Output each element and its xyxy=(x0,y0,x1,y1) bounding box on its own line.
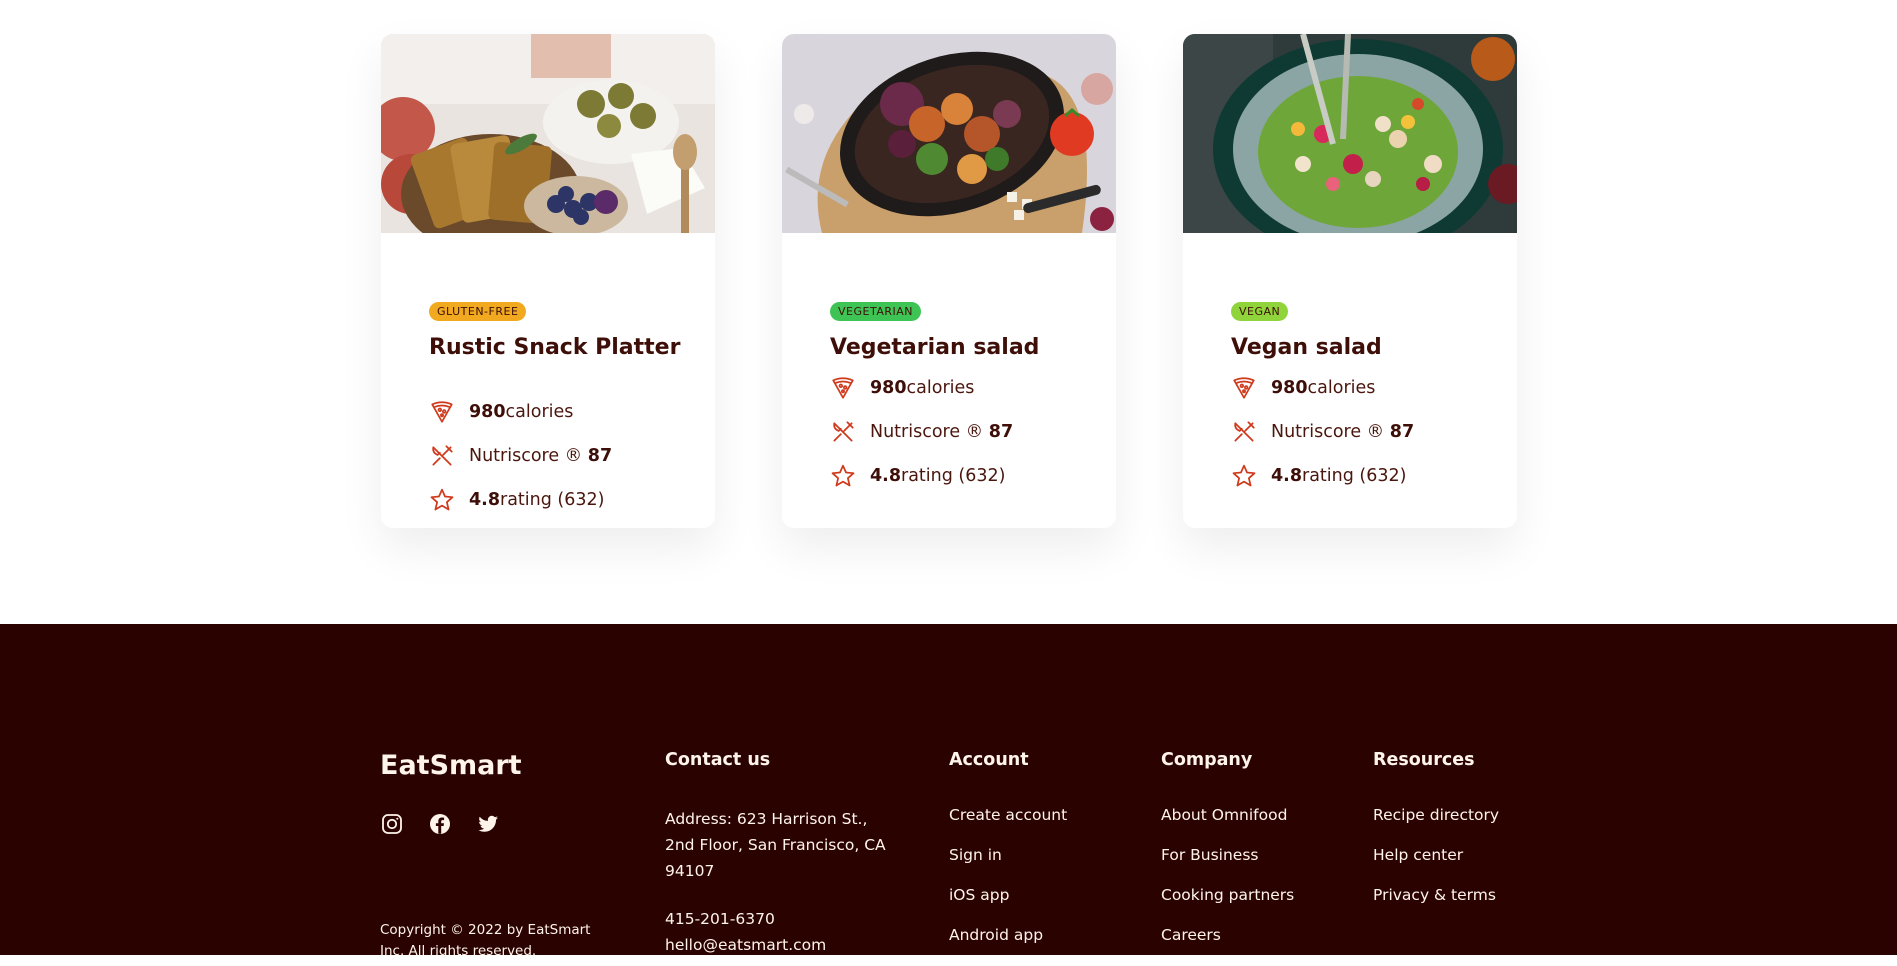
footer-heading-resources: Resources xyxy=(1373,750,1475,770)
meal-card-body: VEGETARIAN Vegetarian salad 980calories … xyxy=(782,233,1116,528)
meal-attributes: 980calories Nutriscore ® 87 4.8rating (6… xyxy=(1231,366,1497,498)
meal-nutriscore: Nutriscore ® 87 xyxy=(1231,410,1497,454)
star-icon xyxy=(831,464,855,487)
contact-email[interactable]: hello@eatsmart.com xyxy=(665,932,895,958)
footer-link-about[interactable]: About Omnifood xyxy=(1161,806,1294,846)
footer-link-ios-app[interactable]: iOS app xyxy=(949,886,1067,926)
footer-heading-contact: Contact us xyxy=(665,750,771,770)
meal-nutriscore: Nutriscore ® 87 xyxy=(830,410,1096,454)
cutlery-icon xyxy=(833,421,854,442)
meal-card-body: GLUTEN-FREE Rustic Snack Platter 980calo… xyxy=(381,233,715,528)
meal-calories: 980calories xyxy=(1231,366,1497,410)
instagram-icon[interactable] xyxy=(380,812,404,836)
footer-company: Company About Omnifood For Business Cook… xyxy=(1161,750,1294,966)
footer-link-cooking-partners[interactable]: Cooking partners xyxy=(1161,886,1294,926)
footer-account: Account Create account Sign in iOS app A… xyxy=(949,750,1067,966)
contact-phone-email: 415-201-6370 hello@eatsmart.com xyxy=(665,906,895,958)
meal-card-vegetarian-salad[interactable]: VEGETARIAN Vegetarian salad 980calories … xyxy=(782,34,1116,528)
meal-card-vegan-salad[interactable]: VEGAN Vegan salad 980calories Nutriscore… xyxy=(1183,34,1517,528)
diet-tag: VEGAN xyxy=(1231,302,1289,321)
meal-nutriscore: Nutriscore ® 87 xyxy=(429,434,695,478)
footer-link-help-center[interactable]: Help center xyxy=(1373,846,1499,886)
footer-link-create-account[interactable]: Create account xyxy=(949,806,1067,846)
copyright-text: Copyright © 2022 by EatSmart Inc. All ri… xyxy=(380,922,591,959)
pizza-icon xyxy=(1233,377,1255,399)
contact-phone[interactable]: 415-201-6370 xyxy=(665,906,895,932)
diet-tag: VEGETARIAN xyxy=(830,302,921,321)
contact-address: Address: 623 Harrison St., 2nd Floor, Sa… xyxy=(665,810,886,880)
footer-link-careers[interactable]: Careers xyxy=(1161,926,1294,966)
pizza-icon xyxy=(832,377,854,399)
meal-rating: 4.8rating (632) xyxy=(1231,454,1497,498)
footer-link-sign-in[interactable]: Sign in xyxy=(949,846,1067,886)
footer-link-business[interactable]: For Business xyxy=(1161,846,1294,886)
site-footer: EatSmart Copyright © 2022 by EatSmart In… xyxy=(0,624,1897,959)
diet-tag: GLUTEN-FREE xyxy=(429,302,527,321)
star-icon xyxy=(430,488,454,511)
meal-image xyxy=(381,34,715,233)
meals-grid: GLUTEN-FREE Rustic Snack Platter 980calo… xyxy=(0,0,1897,624)
meal-image xyxy=(1183,34,1517,233)
twitter-icon[interactable] xyxy=(476,812,500,836)
meal-title: Rustic Snack Platter xyxy=(429,335,681,360)
footer-contact: Contact us Address: 623 Harrison St., 2n… xyxy=(665,750,895,958)
meal-attributes: 980calories Nutriscore ® 87 4.8rating (6… xyxy=(830,366,1096,498)
facebook-icon[interactable] xyxy=(428,812,452,836)
meal-attributes: 980calories Nutriscore ® 87 4.8rating (6… xyxy=(429,390,695,522)
cutlery-icon xyxy=(1234,421,1255,442)
footer-heading-account: Account xyxy=(949,750,1029,770)
meal-card-rustic-snack-platter[interactable]: GLUTEN-FREE Rustic Snack Platter 980calo… xyxy=(381,34,715,528)
footer-logo[interactable]: EatSmart xyxy=(380,750,522,781)
meal-rating: 4.8rating (632) xyxy=(429,478,695,522)
meal-rating: 4.8rating (632) xyxy=(830,454,1096,498)
footer-heading-company: Company xyxy=(1161,750,1253,770)
meal-card-body: VEGAN Vegan salad 980calories Nutriscore… xyxy=(1183,233,1517,528)
meal-title: Vegetarian salad xyxy=(830,335,1040,360)
pizza-icon xyxy=(431,401,453,423)
star-icon xyxy=(1232,464,1256,487)
cutlery-icon xyxy=(432,445,453,466)
meal-calories: 980calories xyxy=(830,366,1096,410)
social-links xyxy=(380,812,500,836)
meal-image xyxy=(782,34,1116,233)
meal-calories: 980calories xyxy=(429,390,695,434)
footer-link-recipe-directory[interactable]: Recipe directory xyxy=(1373,806,1499,846)
footer-resources: Resources Recipe directory Help center P… xyxy=(1373,750,1499,926)
footer-link-privacy[interactable]: Privacy & terms xyxy=(1373,886,1499,926)
footer-link-android-app[interactable]: Android app xyxy=(949,926,1067,966)
meal-title: Vegan salad xyxy=(1231,335,1382,360)
